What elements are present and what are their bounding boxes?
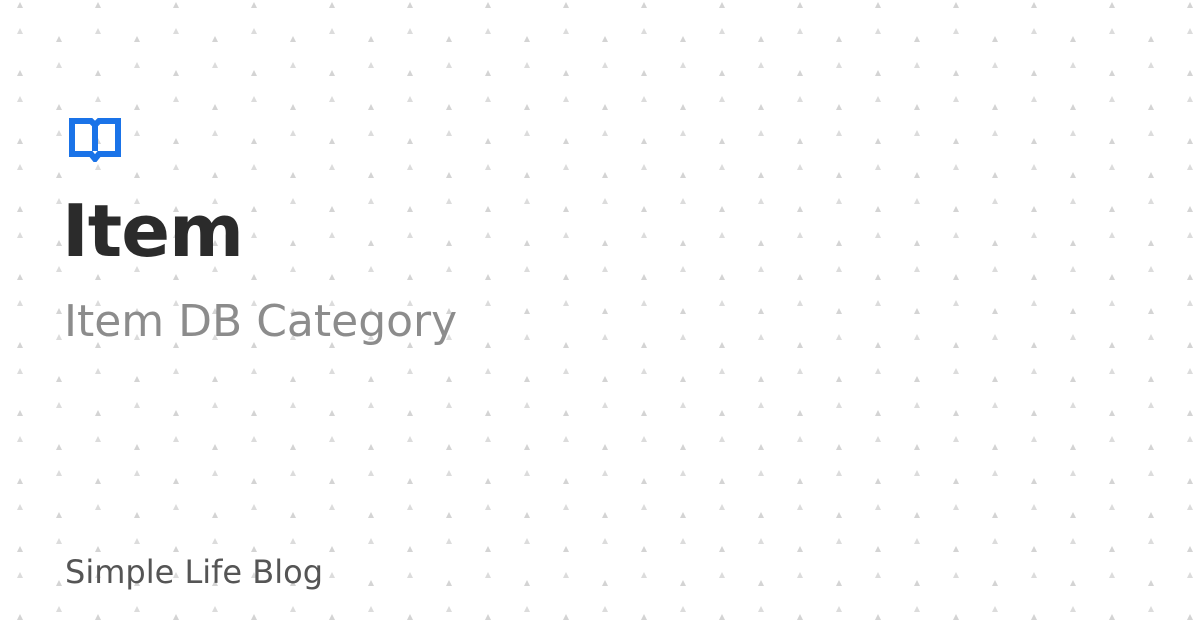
open-book-icon: [68, 118, 122, 164]
og-card: Item Item DB Category Simple Life Blog: [0, 0, 1200, 630]
page-title: Item: [62, 189, 244, 273]
site-name: Simple Life Blog: [65, 553, 324, 591]
page-subtitle: Item DB Category: [64, 296, 458, 347]
